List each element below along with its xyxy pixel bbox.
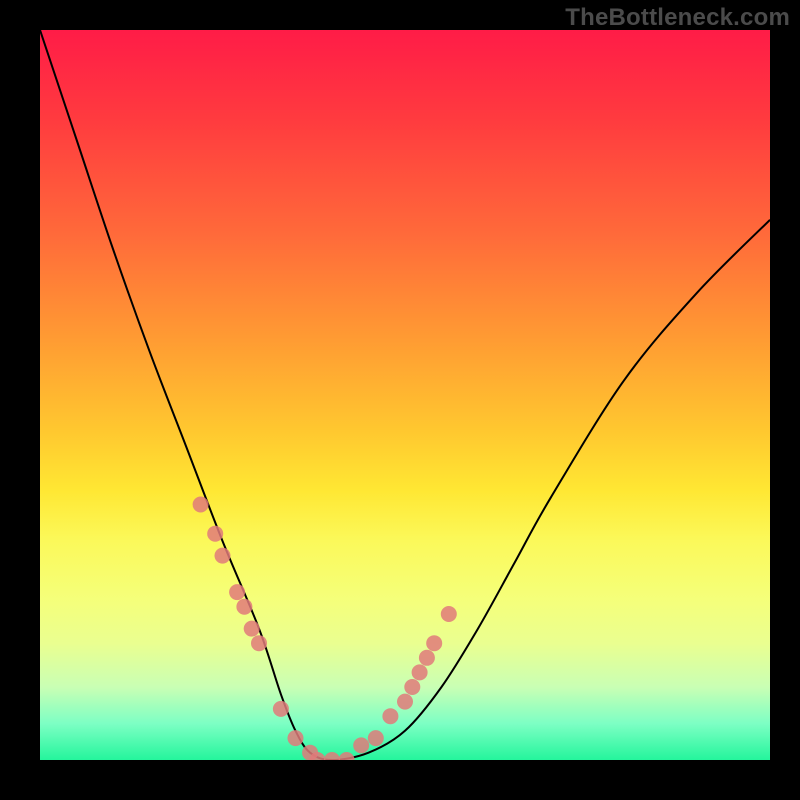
curve-marker (236, 599, 252, 615)
curve-marker (353, 737, 369, 753)
curve-marker (426, 635, 442, 651)
curve-marker (215, 548, 231, 564)
v-curve-line (40, 30, 770, 760)
curve-marker (244, 621, 260, 637)
plot-area (40, 30, 770, 760)
curve-marker (288, 730, 304, 746)
chart-svg (40, 30, 770, 760)
curve-marker (193, 497, 209, 513)
curve-marker (412, 664, 428, 680)
curve-marker (339, 752, 355, 760)
watermark-text: TheBottleneck.com (565, 4, 790, 32)
chart-frame: TheBottleneck.com (0, 0, 800, 800)
curve-marker (397, 694, 413, 710)
curve-marker (368, 730, 384, 746)
curve-markers (193, 497, 457, 761)
curve-marker (207, 526, 223, 542)
curve-marker (251, 635, 267, 651)
curve-marker (382, 708, 398, 724)
curve-marker (324, 752, 340, 760)
curve-marker (229, 584, 245, 600)
curve-marker (441, 606, 457, 622)
curve-marker (273, 701, 289, 717)
curve-marker (404, 679, 420, 695)
curve-marker (419, 650, 435, 666)
